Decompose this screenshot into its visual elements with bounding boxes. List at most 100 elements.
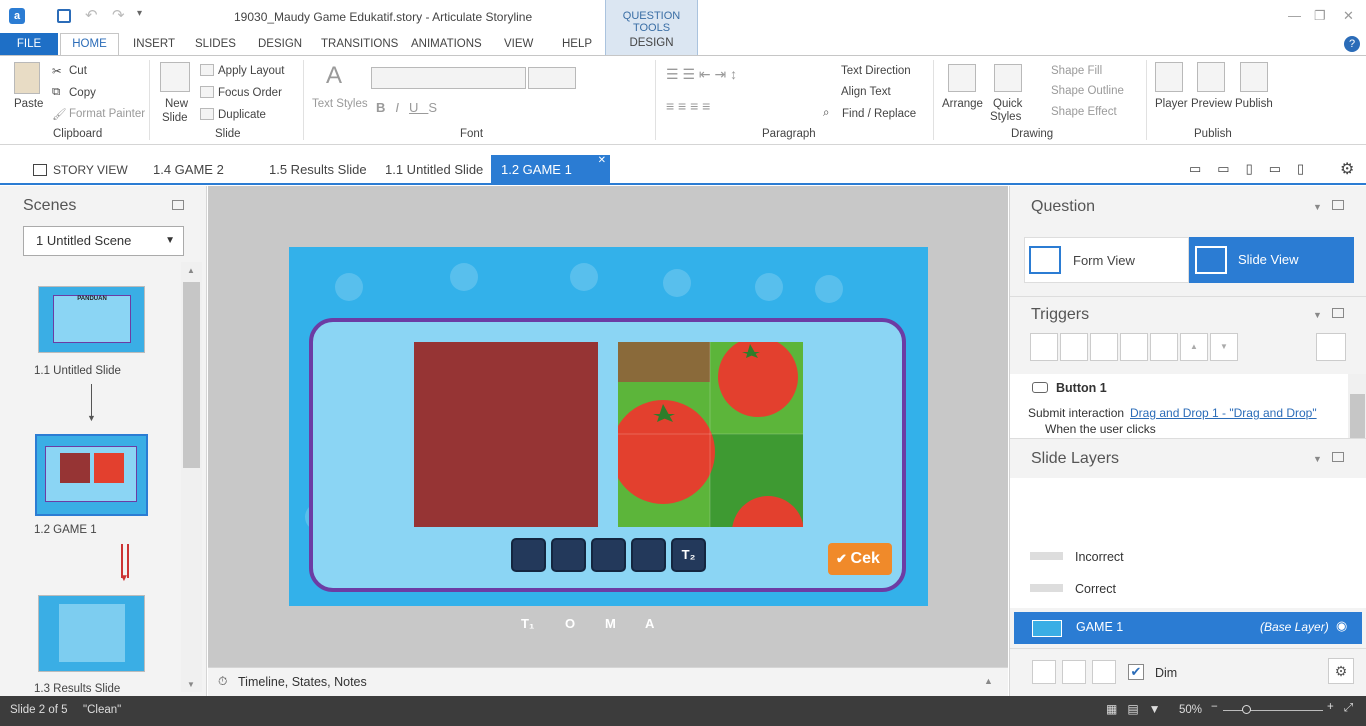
new-slide-icon[interactable] [160, 62, 190, 92]
copy-button[interactable]: Copy [69, 87, 96, 99]
drop-target-block[interactable] [414, 342, 598, 527]
panel-float-icon[interactable] [1332, 452, 1344, 462]
new-layer-icon[interactable] [1032, 660, 1056, 684]
variables-icon[interactable] [1316, 333, 1346, 361]
timeline-bar[interactable]: ⏱ Timeline, States, Notes ▲ [208, 667, 1008, 696]
eye-icon[interactable]: ◉ [1336, 618, 1347, 634]
move-up-icon[interactable]: ▲ [1180, 333, 1208, 361]
zoom-out-icon[interactable]: − [1211, 701, 1218, 713]
collapse-icon[interactable]: ▼ [1313, 202, 1322, 212]
preview-icon[interactable] [1197, 62, 1225, 92]
tab-design[interactable]: DESIGN [258, 38, 302, 50]
tomato-image[interactable] [618, 342, 803, 527]
expand-icon[interactable]: ▲ [984, 676, 993, 686]
font-size-field[interactable] [528, 67, 576, 89]
new-slide-button[interactable]: New [165, 98, 188, 110]
edit-trigger-icon[interactable] [1060, 333, 1088, 361]
player-button[interactable]: Player [1155, 98, 1188, 110]
tab-question-design[interactable]: DESIGN [606, 37, 697, 49]
apply-layout-button[interactable]: Apply Layout [218, 65, 285, 77]
save-icon[interactable] [57, 9, 71, 23]
align-text-button[interactable]: Align Text [841, 86, 891, 98]
layer-settings-icon[interactable]: ⚙ [1328, 658, 1354, 684]
tab-help[interactable]: HELP [562, 38, 592, 50]
tab-home[interactable]: HOME [60, 33, 119, 56]
draggable-letter[interactable]: M [605, 616, 616, 631]
preview-button[interactable]: Preview [1191, 98, 1232, 110]
collapse-icon[interactable]: ▼ [1313, 310, 1322, 320]
font-name-field[interactable] [371, 67, 526, 89]
shape-effect-button[interactable]: Shape Effect [1051, 106, 1117, 118]
quick-styles-icon[interactable] [994, 64, 1022, 92]
help-icon[interactable]: ? [1344, 36, 1360, 52]
text-direction-button[interactable]: Text Direction [841, 65, 911, 77]
format-painter-button[interactable]: Format Painter [69, 108, 145, 120]
gear-icon[interactable]: ⚙ [1340, 159, 1354, 179]
quick-styles-button-line2[interactable]: Styles [990, 111, 1021, 123]
find-replace-button[interactable]: Find / Replace [842, 108, 916, 120]
scroll-up-icon[interactable]: ▲ [187, 266, 195, 275]
draggable-letter[interactable]: T₁ [521, 616, 534, 631]
letter-slot[interactable] [551, 538, 586, 572]
undo-icon[interactable]: ↶ [85, 6, 98, 24]
duplicate-button[interactable]: Duplicate [218, 109, 266, 121]
paste-button[interactable]: Paste [14, 98, 43, 110]
scissors-icon[interactable]: ✂ [52, 64, 62, 78]
draggable-letter[interactable]: A [645, 616, 654, 631]
slide-thumbnail-selected[interactable] [35, 434, 148, 516]
scrollbar-thumb[interactable] [1350, 394, 1365, 438]
zoom-slider[interactable] [1223, 710, 1323, 711]
panel-float-icon[interactable] [1332, 308, 1344, 318]
panel-float-icon[interactable] [172, 200, 184, 210]
letter-slot[interactable] [511, 538, 546, 572]
layer-item-correct[interactable]: Correct [1010, 574, 1366, 602]
tab-file[interactable]: FILE [0, 33, 58, 55]
shape-outline-button[interactable]: Shape Outline [1051, 85, 1124, 97]
letter-tile[interactable]: T₂ [671, 538, 706, 572]
letter-slot[interactable] [591, 538, 626, 572]
app-icon[interactable]: a [9, 8, 25, 24]
text-styles-icon[interactable]: A [326, 62, 342, 90]
format-painter-icon[interactable]: 🖌 [52, 107, 67, 121]
zoom-in-icon[interactable]: + [1327, 701, 1334, 713]
copy-trigger-icon[interactable] [1090, 333, 1118, 361]
move-down-icon[interactable]: ▼ [1210, 333, 1238, 361]
scroll-down-icon[interactable]: ▼ [187, 680, 195, 689]
align-icons[interactable]: ≡ ≡ ≡ ≡ [666, 98, 710, 114]
shape-fill-button[interactable]: Shape Fill [1051, 65, 1102, 77]
scenes-scrollbar[interactable]: ▲ ▼ [181, 262, 202, 692]
view-toggle-icons[interactable]: ▭▭▯▭▯ [1189, 161, 1320, 177]
arrange-icon[interactable] [948, 64, 976, 92]
view-mode-icons[interactable]: ▦▤▼ [1106, 702, 1171, 716]
text-styles-button[interactable]: Text Styles [312, 98, 368, 110]
tab-untitled-slide[interactable]: 1.1 Untitled Slide [385, 162, 483, 177]
tab-results-slide[interactable]: 1.5 Results Slide [269, 162, 367, 177]
panel-float-icon[interactable] [1332, 200, 1344, 210]
player-icon[interactable] [1155, 62, 1183, 92]
cut-button[interactable]: Cut [69, 65, 87, 77]
duplicate-layer-icon[interactable] [1062, 660, 1086, 684]
tab-transitions[interactable]: TRANSITIONS [321, 38, 398, 50]
check-button[interactable]: ✔ Cek [828, 543, 892, 575]
letter-slot[interactable] [631, 538, 666, 572]
scrollbar-thumb[interactable] [183, 282, 200, 468]
customize-toolbar-icon[interactable]: ▾ [137, 8, 142, 19]
new-slide-button-line2[interactable]: Slide [162, 112, 188, 124]
quick-styles-button[interactable]: Quick [993, 98, 1022, 110]
tab-slides[interactable]: SLIDES [195, 38, 236, 50]
redo-icon[interactable]: ↷ [112, 6, 125, 24]
focus-order-button[interactable]: Focus Order [218, 87, 282, 99]
fit-window-icon[interactable]: ⤢ [1344, 702, 1353, 715]
tab-game-1[interactable]: 1.2 GAME 1 ✕ [491, 155, 610, 185]
trigger-target-link[interactable]: Drag and Drop 1 - "Drag and Drop" [1130, 406, 1317, 420]
minimize-icon[interactable]: — [1288, 8, 1301, 23]
slide-thumbnail[interactable] [38, 595, 145, 672]
tab-insert[interactable]: INSERT [133, 38, 175, 50]
tab-view[interactable]: VIEW [504, 38, 533, 50]
tab-animations[interactable]: ANIMATIONS [411, 38, 482, 50]
triggers-scrollbar[interactable] [1348, 374, 1366, 438]
close-icon[interactable]: ✕ [1343, 8, 1354, 24]
font-format-icons[interactable]: BIUS [376, 100, 447, 115]
draggable-letter[interactable]: O [565, 616, 575, 631]
new-trigger-icon[interactable] [1030, 333, 1058, 361]
